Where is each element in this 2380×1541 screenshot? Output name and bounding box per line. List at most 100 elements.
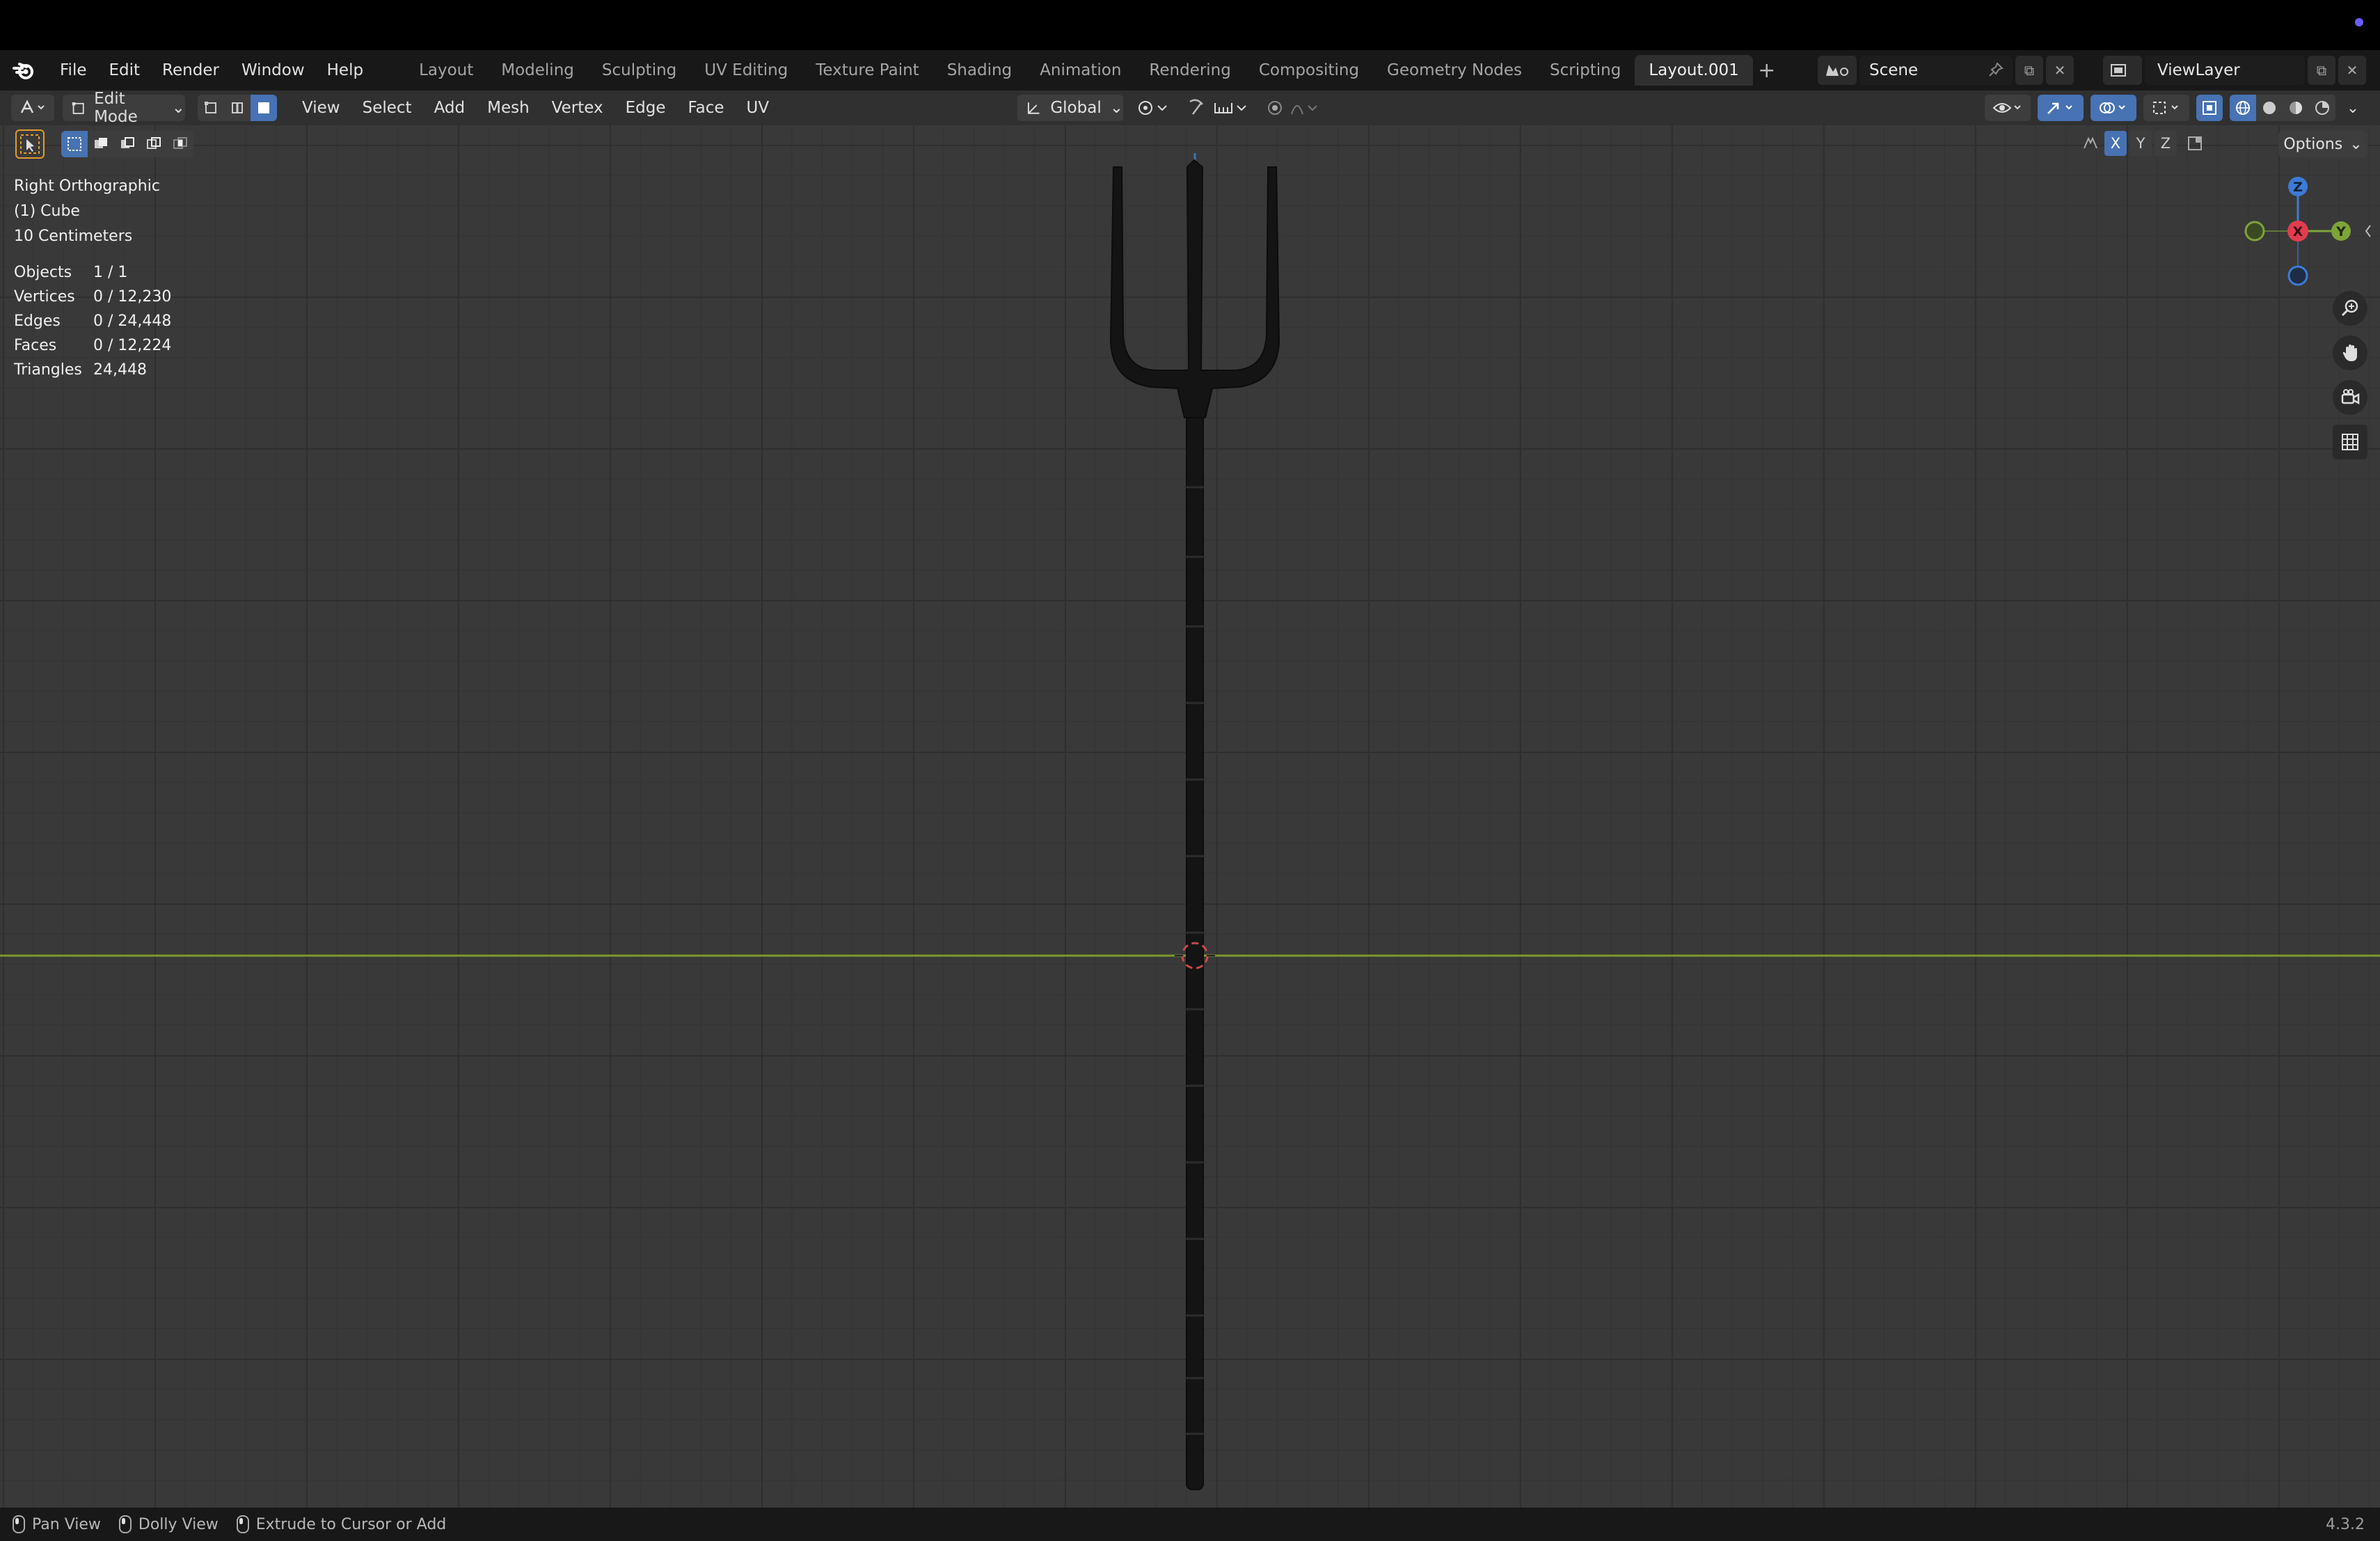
status-bar: Pan View Dolly View Extrude to Cursor or… <box>0 1508 2380 1541</box>
pivot-point-icon[interactable] <box>1133 95 1173 121</box>
new-viewlayer-icon[interactable]: ⧉ <box>2308 56 2335 85</box>
scene-browse-icon[interactable] <box>1818 56 1857 85</box>
mirror-axis-group: X Y Z <box>2079 131 2206 156</box>
stat-value: 24,448 <box>93 361 147 379</box>
grid-scale: 10 Centimeters <box>14 228 133 245</box>
camera-view-icon[interactable] <box>2333 380 2367 415</box>
mirror-z-toggle[interactable]: Z <box>2155 131 2177 156</box>
orientation-label: Global <box>1050 99 1102 117</box>
pan-hand-icon[interactable] <box>2333 335 2367 370</box>
proportional-editing-icon[interactable] <box>1261 95 1328 121</box>
pin-icon[interactable] <box>1988 61 2004 78</box>
sidebar-toggle-icon <box>2365 225 2371 237</box>
eye-icon <box>1992 103 2021 113</box>
new-scene-icon[interactable]: ⧉ <box>2015 56 2043 85</box>
rendered-shading-button[interactable] <box>2309 95 2335 121</box>
tab-geometry-nodes[interactable]: Geometry Nodes <box>1373 55 1536 86</box>
menu-file[interactable]: File <box>49 50 98 90</box>
menu-edit[interactable]: Edit <box>98 50 152 90</box>
menu-uv[interactable]: UV <box>736 99 781 117</box>
viewlayer-selector: ViewLayer ⧉ ✕ <box>2103 56 2366 85</box>
menu-render[interactable]: Render <box>151 50 230 90</box>
tab-compositing[interactable]: Compositing <box>1245 55 1373 86</box>
shading-mode-group <box>2230 95 2335 121</box>
selection-mode-group <box>61 131 193 157</box>
tab-rendering[interactable]: Rendering <box>1135 55 1244 86</box>
transform-orientation-select[interactable]: Global ⌄ <box>1017 95 1123 121</box>
gizmo-neg-y-axis <box>2244 221 2265 242</box>
scene-statistics: Objects 1 / 1 Vertices 0 / 12,230 Edges 0 /… <box>14 260 171 382</box>
stat-label: Objects <box>14 264 72 281</box>
tab-shading[interactable]: Shading <box>933 55 1026 86</box>
menu-face[interactable]: Face <box>676 99 735 117</box>
add-workspace-icon[interactable]: + <box>1753 58 1781 83</box>
scene-name-field[interactable]: Scene <box>1859 56 2013 85</box>
view-name: Right Orthographic <box>14 177 160 195</box>
status-dolly-view: Dolly View <box>118 1515 219 1533</box>
extend-selection-button[interactable] <box>88 131 114 157</box>
menu-select[interactable]: Select <box>351 99 423 117</box>
viewlayer-browse-icon[interactable] <box>2103 56 2142 85</box>
menu-add[interactable]: Add <box>423 99 477 117</box>
xray-toggle-button[interactable] <box>2196 95 2223 121</box>
zoom-icon[interactable] <box>2333 291 2367 326</box>
tab-layout[interactable]: Layout <box>405 55 487 86</box>
blender-logo-icon[interactable] <box>13 58 36 82</box>
tab-sculpting[interactable]: Sculpting <box>588 55 690 86</box>
face-select-button[interactable] <box>251 95 277 121</box>
viewport-header: Edit Mode ⌄ View Select Add Mesh Vertex … <box>0 90 2380 126</box>
tab-modeling[interactable]: Modeling <box>487 55 588 86</box>
tab-texture-paint[interactable]: Texture Paint <box>802 55 933 86</box>
select-mode-group <box>198 95 277 121</box>
wireframe-shading-button[interactable] <box>2230 95 2256 121</box>
subtract-selection-button[interactable] <box>114 131 141 157</box>
material-shading-button[interactable] <box>2283 95 2309 121</box>
menu-edge[interactable]: Edge <box>614 99 677 117</box>
orientation-icon <box>1027 102 1040 114</box>
recording-indicator <box>2355 18 2363 26</box>
editor-type-button[interactable] <box>11 95 54 121</box>
tab-scripting[interactable]: Scripting <box>1536 55 1635 86</box>
tab-layout-001[interactable]: Layout.001 <box>1635 55 1753 86</box>
mirror-x-toggle[interactable]: X <box>2104 131 2127 156</box>
menu-mesh[interactable]: Mesh <box>476 99 541 117</box>
menu-help[interactable]: Help <box>316 50 374 90</box>
delete-scene-icon[interactable]: ✕ <box>2046 56 2074 85</box>
navigation-gizmo[interactable]: Z X Y <box>2227 167 2380 292</box>
edge-select-button[interactable] <box>224 95 251 121</box>
delete-viewlayer-icon[interactable]: ✕ <box>2338 56 2366 85</box>
status-label: Dolly View <box>138 1515 219 1533</box>
set-selection-button[interactable] <box>61 131 88 157</box>
vertex-select-button[interactable] <box>198 95 224 121</box>
editor-type-icon <box>20 100 45 113</box>
navigation-tools <box>2333 291 2367 459</box>
intersect-selection-button[interactable] <box>167 131 193 157</box>
viewlayer-name-field[interactable]: ViewLayer <box>2145 56 2305 85</box>
mesh-edit-overlays-button[interactable] <box>2143 95 2189 121</box>
status-label: Extrude to Cursor or Add <box>255 1515 447 1533</box>
window-titlebar <box>0 0 2380 50</box>
active-tool-button[interactable] <box>15 129 45 159</box>
gizmo-z-label: Z <box>2293 180 2303 195</box>
menu-window[interactable]: Window <box>230 50 316 90</box>
solid-shading-button[interactable] <box>2256 95 2283 121</box>
snap-icon[interactable] <box>1183 95 1254 121</box>
status-pan-view: Pan View <box>13 1515 101 1533</box>
options-dropdown[interactable]: Options ⌄ <box>2278 131 2367 157</box>
menu-vertex[interactable]: Vertex <box>541 99 614 117</box>
solid-icon <box>2263 102 2276 114</box>
mode-select[interactable]: Edit Mode ⌄ <box>63 90 185 126</box>
trident-mesh <box>1109 159 1280 1490</box>
workspace-tabs: Layout Modeling Sculpting UV Editing Tex… <box>405 50 1781 90</box>
shading-options-button[interactable]: ⌄ <box>2342 95 2363 121</box>
tab-animation[interactable]: Animation <box>1026 55 1135 86</box>
overlays-toggle-button[interactable] <box>2091 95 2136 121</box>
invert-selection-button[interactable] <box>141 131 167 157</box>
grid-toggle-icon[interactable] <box>2333 425 2367 459</box>
auto-merge-icon[interactable] <box>2184 131 2206 156</box>
mirror-y-toggle[interactable]: Y <box>2129 131 2152 156</box>
visibility-button[interactable] <box>1985 95 2031 121</box>
gizmo-toggle-button[interactable] <box>2038 95 2084 121</box>
tab-uv-editing[interactable]: UV Editing <box>690 55 802 86</box>
menu-view[interactable]: View <box>291 99 351 117</box>
